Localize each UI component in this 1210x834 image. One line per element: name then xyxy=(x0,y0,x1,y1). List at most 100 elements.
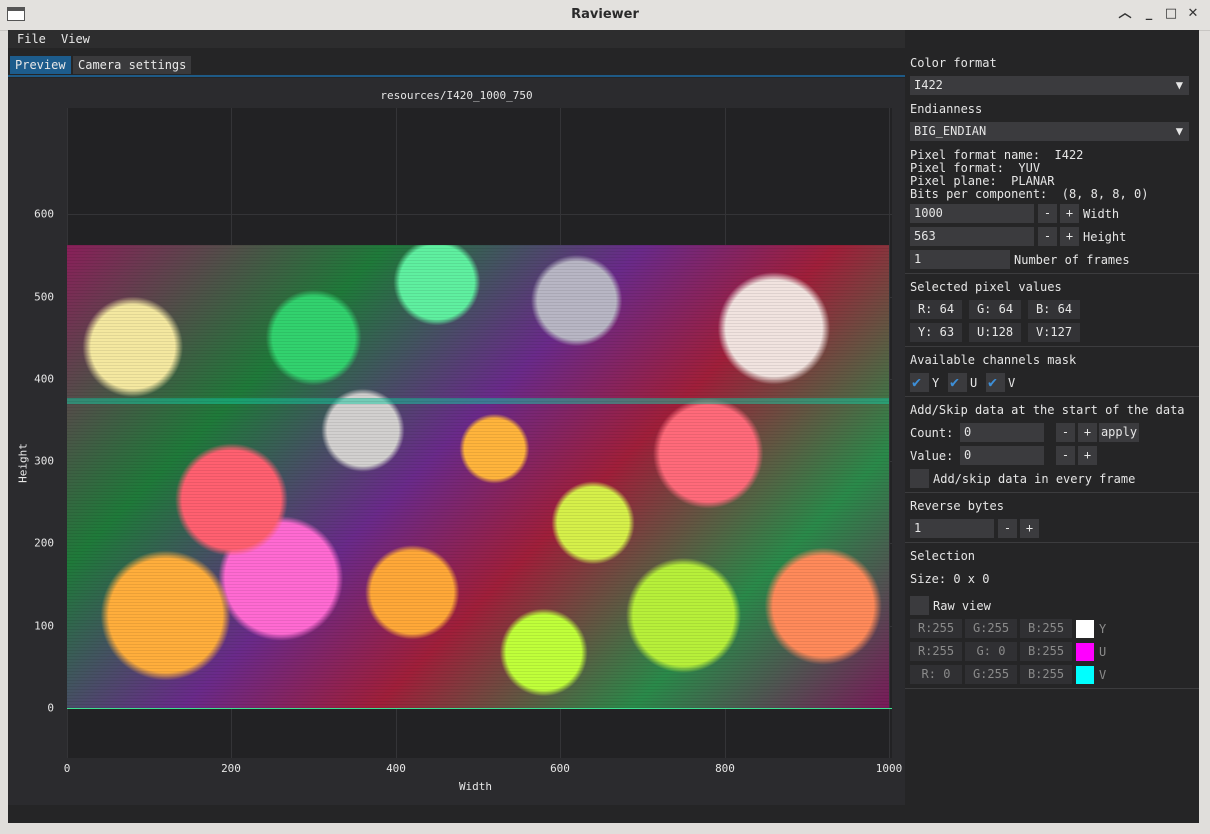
every-frame-label: Add/skip data in every frame xyxy=(933,472,1136,486)
y-axis-label: Height xyxy=(16,443,30,483)
count-increment-button[interactable]: + xyxy=(1078,423,1097,442)
value-increment-button[interactable]: + xyxy=(1078,446,1097,465)
raw-v-color-swatch[interactable] xyxy=(1076,666,1094,684)
count-label: Count: xyxy=(910,426,954,440)
x-axis-label: Width xyxy=(458,780,493,793)
raw-y-b: B:255 xyxy=(1020,619,1072,638)
y-tick-label: 600 xyxy=(34,207,54,221)
height-input[interactable]: 563 xyxy=(910,227,1034,246)
divider xyxy=(905,396,1199,397)
raw-y-label: Y xyxy=(1099,622,1107,636)
height-label: Height xyxy=(1083,230,1127,244)
menu-view[interactable]: View xyxy=(61,32,90,46)
count-input[interactable]: 0 xyxy=(960,423,1044,442)
divider xyxy=(905,492,1199,493)
mask-v-label: V xyxy=(1008,376,1016,390)
pixel-y-value: Y: 63 xyxy=(910,323,962,342)
mask-y-checkbox[interactable] xyxy=(910,373,929,392)
chevron-up-icon[interactable]: ︿ xyxy=(1117,6,1133,22)
raw-u-color-swatch[interactable] xyxy=(1076,643,1094,661)
color-format-select[interactable]: I422 ▼ xyxy=(910,76,1189,95)
value-decrement-button[interactable]: - xyxy=(1056,446,1075,465)
count-decrement-button[interactable]: - xyxy=(1056,423,1075,442)
y-tick-label: 0 xyxy=(47,701,54,715)
x-tick-label: 200 xyxy=(221,762,241,775)
apply-button[interactable]: apply xyxy=(1099,423,1139,442)
width-increment-button[interactable]: + xyxy=(1060,204,1079,223)
image-plot[interactable]: resources/I420_1000_750 0 200 400 600 80… xyxy=(8,78,905,805)
add-skip-label: Add/Skip data at the start of the data xyxy=(910,403,1185,417)
y-tick-label: 400 xyxy=(34,372,54,386)
maximize-icon[interactable]: □ xyxy=(1163,6,1179,22)
client-area: File View Preview Camera settings resour… xyxy=(8,30,1199,823)
width-label: Width xyxy=(1083,207,1120,221)
mask-v-checkbox[interactable] xyxy=(986,373,1005,392)
height-decrement-button[interactable]: - xyxy=(1038,227,1057,246)
reverse-bytes-label: Reverse bytes xyxy=(910,499,1004,513)
grid-line xyxy=(67,214,892,215)
divider xyxy=(905,542,1199,543)
bits-per-component: Bits per component: (8, 8, 8, 0) xyxy=(910,187,1149,201)
pixel-v-value: V:127 xyxy=(1028,323,1080,342)
dropdown-arrow-icon: ▼ xyxy=(1175,124,1183,138)
selected-pixel-label: Selected pixel values xyxy=(910,280,1062,294)
tab-preview[interactable]: Preview xyxy=(10,56,71,74)
pixel-u-value: U:128 xyxy=(969,323,1021,342)
minimize-icon[interactable]: _ xyxy=(1141,6,1157,22)
y-tick-label: 100 xyxy=(34,619,54,633)
frames-label: Number of frames xyxy=(1014,253,1130,267)
y-tick-label: 300 xyxy=(34,454,54,468)
mask-u-label: U xyxy=(970,376,978,390)
raw-view-checkbox[interactable] xyxy=(910,596,929,615)
x-tick-label: 600 xyxy=(550,762,570,775)
menu-bar: File View xyxy=(8,30,905,48)
x-tick-label: 0 xyxy=(63,762,71,775)
pixel-plane: Pixel plane: PLANAR xyxy=(910,174,1055,188)
reverse-increment-button[interactable]: + xyxy=(1020,519,1039,538)
width-input[interactable]: 1000 xyxy=(910,204,1034,223)
divider xyxy=(905,273,1199,274)
decoded-image[interactable] xyxy=(67,245,889,708)
height-increment-button[interactable]: + xyxy=(1060,227,1079,246)
tab-camera-settings[interactable]: Camera settings xyxy=(73,56,192,74)
raw-y-color-swatch[interactable] xyxy=(1076,620,1094,638)
every-frame-checkbox[interactable] xyxy=(910,469,929,488)
tab-bar: Preview Camera settings xyxy=(8,56,905,77)
divider xyxy=(905,346,1199,347)
app-window: Raviewer ︿ _ □ ✕ File View Preview Camer… xyxy=(0,0,1210,834)
menu-file[interactable]: File xyxy=(17,32,46,46)
raw-v-r: R: 0 xyxy=(910,665,962,684)
endianness-value: BIG_ENDIAN xyxy=(914,124,987,138)
x-tick-label: 800 xyxy=(715,762,735,775)
pixel-format-name: Pixel format name: I422 xyxy=(910,148,1084,162)
color-format-value: I422 xyxy=(914,78,943,92)
pixel-b-value: B: 64 xyxy=(1028,300,1080,319)
endianness-label: Endianness xyxy=(910,102,983,116)
pixel-g-value: G: 64 xyxy=(969,300,1021,319)
mask-y-label: Y xyxy=(932,376,940,390)
plot-frame[interactable] xyxy=(67,108,892,758)
value-input[interactable]: 0 xyxy=(960,446,1044,465)
width-decrement-button[interactable]: - xyxy=(1038,204,1057,223)
dropdown-arrow-icon: ▼ xyxy=(1175,78,1183,92)
mask-u-checkbox[interactable] xyxy=(948,373,967,392)
value-label: Value: xyxy=(910,449,954,463)
x-tick-label: 1000 xyxy=(875,762,903,775)
y-tick-label: 500 xyxy=(34,290,54,304)
raw-v-g: G:255 xyxy=(965,665,1017,684)
reverse-decrement-button[interactable]: - xyxy=(998,519,1017,538)
raw-v-b: B:255 xyxy=(1020,665,1072,684)
plot-title: resources/I420_1000_750 xyxy=(380,89,533,102)
baseline xyxy=(67,708,892,709)
selection-label: Selection xyxy=(910,549,976,563)
preview-pane: File View Preview Camera settings resour… xyxy=(8,30,905,805)
raw-y-r: R:255 xyxy=(910,619,962,638)
frames-input[interactable]: 1 xyxy=(910,250,1010,269)
raw-u-b: B:255 xyxy=(1020,642,1072,661)
endianness-select[interactable]: BIG_ENDIAN ▼ xyxy=(910,122,1189,141)
pixel-format: Pixel format: YUV xyxy=(910,161,1041,175)
reverse-bytes-input[interactable]: 1 xyxy=(910,519,994,538)
close-icon[interactable]: ✕ xyxy=(1185,6,1201,22)
color-format-label: Color format xyxy=(910,56,997,70)
grid-line xyxy=(889,108,890,758)
